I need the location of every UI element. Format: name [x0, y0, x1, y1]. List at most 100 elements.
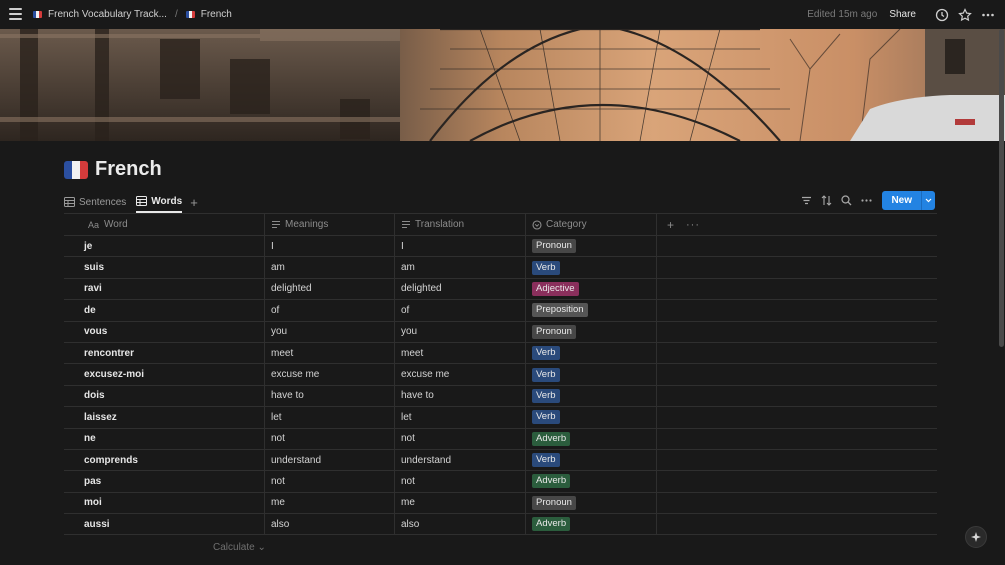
cell-category[interactable]: Preposition — [526, 300, 657, 321]
column-header-word[interactable]: Aa Word — [64, 214, 265, 235]
cell-category[interactable]: Adjective — [526, 278, 657, 300]
cell-meaning[interactable]: not — [265, 471, 395, 492]
table-row[interactable]: moi me me Pronoun — [64, 492, 937, 515]
cell-translation[interactable]: am — [395, 257, 526, 278]
cell-category[interactable]: Pronoun — [526, 321, 657, 342]
cell-category[interactable]: Adverb — [526, 428, 657, 449]
cell-category[interactable]: Verb — [526, 364, 657, 385]
cell-translation[interactable]: of — [395, 300, 526, 321]
cell-translation[interactable]: let — [395, 407, 526, 428]
cell-category[interactable]: Verb — [526, 385, 657, 407]
cell-word[interactable]: rencontrer — [64, 342, 265, 364]
cell-meaning[interactable]: am — [265, 257, 395, 278]
cell-meaning[interactable]: you — [265, 321, 395, 342]
more-icon[interactable] — [981, 8, 995, 22]
table-row[interactable]: excusez-moi excuse me excuse me Verb — [64, 364, 937, 386]
cell-category[interactable]: Pronoun — [526, 492, 657, 514]
cell-word[interactable]: excusez-moi — [64, 364, 265, 385]
ai-assistant-button[interactable] — [965, 526, 987, 548]
filter-icon[interactable] — [800, 194, 813, 207]
cell-translation[interactable]: understand — [395, 449, 526, 471]
column-header-category[interactable]: Category — [526, 214, 657, 235]
cell-meaning[interactable]: not — [265, 428, 395, 449]
column-header-meanings[interactable]: Meanings — [265, 214, 395, 235]
cell-meaning[interactable]: I — [265, 236, 395, 257]
cell-word[interactable]: moi — [64, 492, 265, 514]
cell-meaning[interactable]: also — [265, 514, 395, 535]
cell-word[interactable]: laissez — [64, 407, 265, 428]
cell-translation[interactable]: excuse me — [395, 364, 526, 385]
cell-category[interactable]: Adverb — [526, 514, 657, 535]
page-title[interactable]: French — [64, 158, 162, 181]
tab-words[interactable]: Words — [136, 191, 183, 213]
cell-category[interactable]: Verb — [526, 257, 657, 278]
cell-category[interactable]: Verb — [526, 342, 657, 364]
cell-word[interactable]: de — [64, 300, 265, 321]
table-row[interactable]: dois have to have to Verb — [64, 385, 937, 408]
cell-translation[interactable]: I — [395, 236, 526, 257]
cell-word[interactable]: ne — [64, 428, 265, 449]
cell-word[interactable]: vous — [64, 321, 265, 342]
cell-translation[interactable]: me — [395, 492, 526, 514]
cell-meaning[interactable]: excuse me — [265, 364, 395, 385]
table-row[interactable]: laissez let let Verb — [64, 407, 937, 429]
cell-translation[interactable]: you — [395, 321, 526, 342]
add-view-icon[interactable]: + — [190, 195, 198, 210]
cell-translation[interactable]: not — [395, 471, 526, 492]
table-row[interactable]: ravi delighted delighted Adjective — [64, 278, 937, 301]
cell-translation[interactable]: also — [395, 514, 526, 535]
cell-meaning[interactable]: me — [265, 492, 395, 514]
table-row[interactable]: aussi also also Adverb — [64, 514, 937, 536]
cell-category[interactable]: Verb — [526, 407, 657, 428]
cell-meaning[interactable]: delighted — [265, 278, 395, 300]
calculate-button[interactable]: Calculate ⌄ — [213, 542, 266, 553]
table-row[interactable]: pas not not Adverb — [64, 471, 937, 493]
hamburger-icon[interactable] — [9, 8, 22, 20]
search-icon[interactable] — [840, 194, 853, 207]
cell-word[interactable]: dois — [64, 385, 265, 407]
more-icon[interactable]: ··· — [686, 219, 700, 231]
cell-word[interactable]: comprends — [64, 449, 265, 471]
cell-translation[interactable]: delighted — [395, 278, 526, 300]
column-header-translation[interactable]: Translation — [395, 214, 526, 235]
cell-meaning[interactable]: understand — [265, 449, 395, 471]
table-row[interactable]: ne not not Adverb — [64, 428, 937, 450]
table-row[interactable]: je I I Pronoun — [64, 236, 937, 258]
clock-icon[interactable] — [935, 8, 949, 22]
new-button-label[interactable]: New — [882, 191, 921, 210]
meaning-text: you — [271, 326, 288, 338]
scrollbar[interactable] — [999, 29, 1004, 347]
table-body: je I I Pronoun suis am am Verb ravi delighted deli… — [64, 236, 937, 536]
table-row[interactable]: rencontrer meet meet Verb — [64, 342, 937, 365]
breadcrumb-parent[interactable]: French Vocabulary Track... — [33, 9, 167, 20]
cell-translation[interactable]: meet — [395, 342, 526, 364]
new-button[interactable]: New — [882, 191, 935, 210]
cell-word[interactable]: aussi — [64, 514, 265, 535]
add-property-icon[interactable]: + — [667, 218, 674, 232]
table-row[interactable]: vous you you Pronoun — [64, 321, 937, 343]
cell-word[interactable]: suis — [64, 257, 265, 278]
cell-word[interactable]: je — [64, 236, 265, 257]
more-icon[interactable] — [860, 194, 873, 207]
sort-icon[interactable] — [820, 194, 833, 207]
table-row[interactable]: de of of Preposition — [64, 300, 937, 322]
table-row[interactable]: comprends understand understand Verb — [64, 449, 937, 472]
star-icon[interactable] — [958, 7, 972, 22]
chevron-down-icon[interactable] — [921, 191, 935, 210]
share-button[interactable]: Share — [889, 9, 916, 20]
cell-word[interactable]: pas — [64, 471, 265, 492]
cell-meaning[interactable]: have to — [265, 385, 395, 407]
cell-category[interactable]: Pronoun — [526, 236, 657, 257]
cell-category[interactable]: Adverb — [526, 471, 657, 492]
tab-sentences[interactable]: Sentences — [64, 191, 126, 213]
cell-category[interactable]: Verb — [526, 449, 657, 471]
cell-word[interactable]: ravi — [64, 278, 265, 300]
breadcrumb-current[interactable]: French — [185, 9, 232, 20]
cell-empty — [657, 450, 937, 470]
cell-translation[interactable]: have to — [395, 385, 526, 407]
table-row[interactable]: suis am am Verb — [64, 257, 937, 279]
cell-meaning[interactable]: meet — [265, 342, 395, 364]
cell-translation[interactable]: not — [395, 428, 526, 449]
cell-meaning[interactable]: of — [265, 300, 395, 321]
cell-meaning[interactable]: let — [265, 407, 395, 428]
